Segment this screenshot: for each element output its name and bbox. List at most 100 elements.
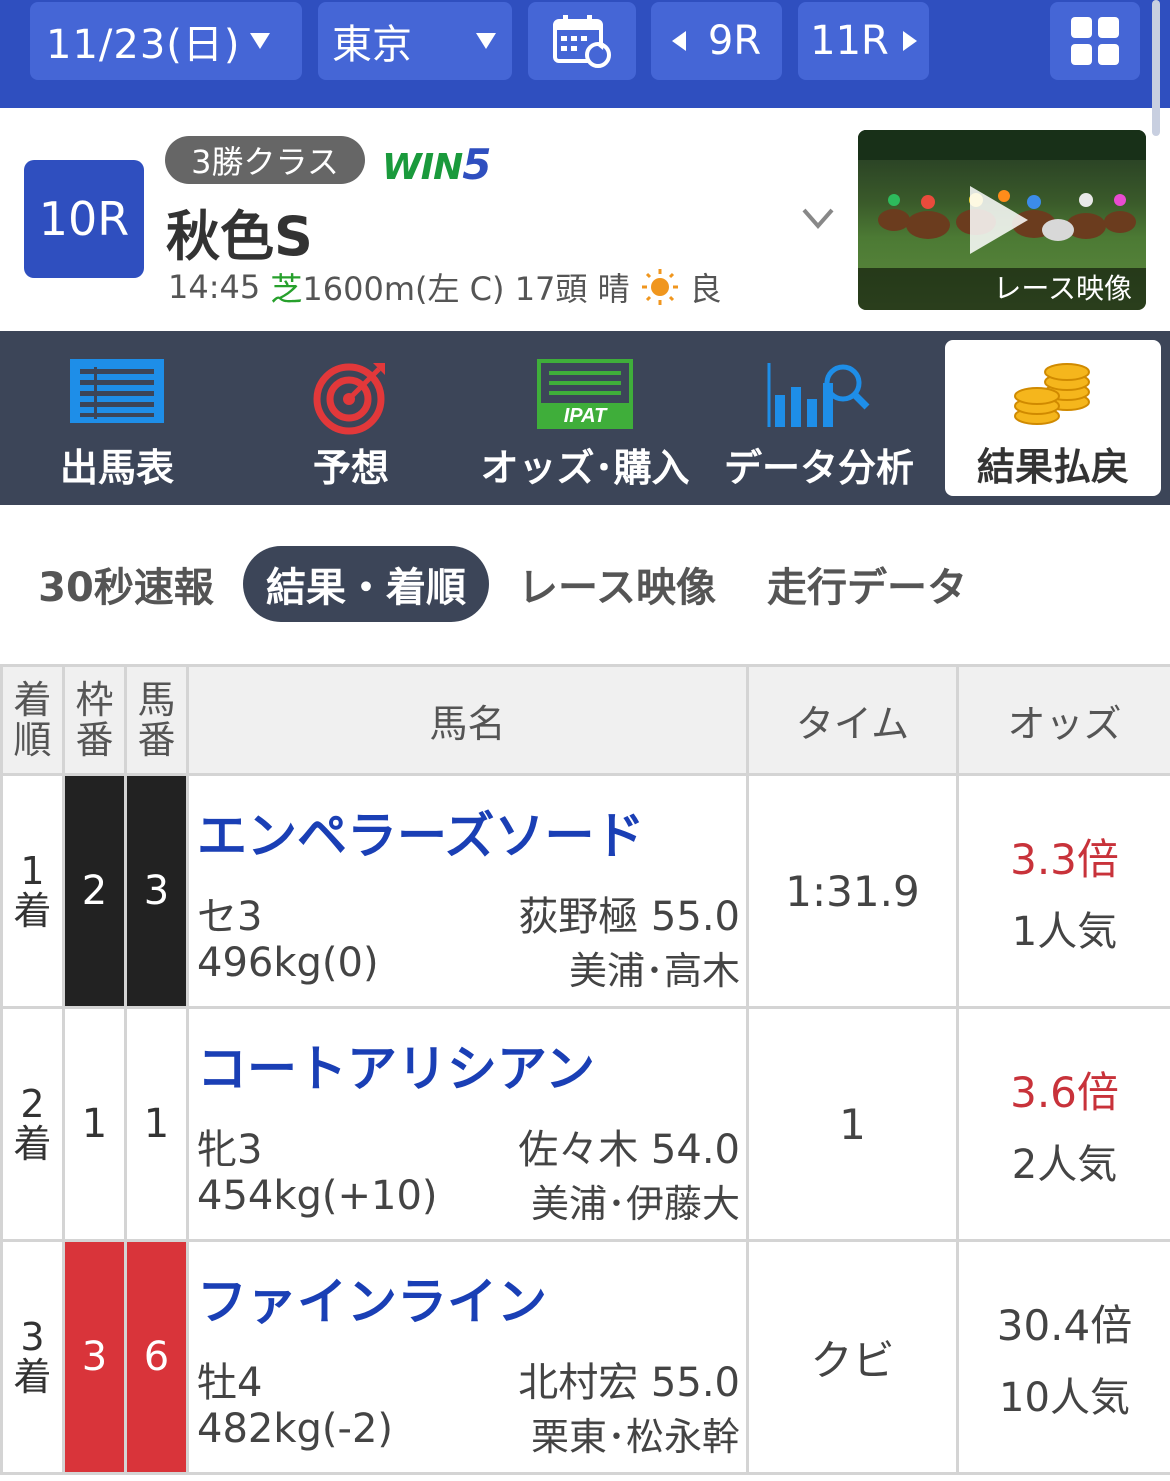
race-nav: 出馬表 予想 IPAT オッズ･購入 データ分析 結果払戻 <box>0 331 1170 505</box>
jockey-weight: 佐々木 54.0 <box>518 1127 740 1173</box>
table-row[interactable]: 2着 1 1 コートアリシアン 牝3 佐々木 54.0 454kg(+10) 美… <box>0 1006 1170 1242</box>
grid-icon <box>1071 17 1119 65</box>
race-weather: 晴 <box>597 270 630 308</box>
popularity: 2人気 <box>1011 1141 1118 1188</box>
tab-results-order[interactable]: 結果・着順 <box>243 546 489 622</box>
sex-age: セ3 <box>197 894 263 940</box>
odds-cell: 3.3倍 1人気 <box>956 773 1170 1009</box>
table-row[interactable]: 3着 3 6 ファインライン 牡4 北村宏 55.0 482kg(-2) 栗東･… <box>0 1239 1170 1475</box>
sub-tabs: 30秒速報 結果・着順 レース映像 走行データ <box>0 546 1170 626</box>
odds-cell: 30.4倍 10人気 <box>956 1239 1170 1475</box>
results-table: 着順 枠番 馬番 馬名 タイム オッズ 1着 2 3 エンペラーズソード セ3 … <box>0 664 1170 1475</box>
nav-results-payout-label: 結果払戻 <box>976 445 1129 489</box>
header-odds: オッズ <box>956 664 1170 776</box>
tab-race-video[interactable]: レース映像 <box>506 546 728 622</box>
horse-weight: 482kg(-2) <box>197 1406 393 1452</box>
odds-value: 3.6倍 <box>1010 1067 1119 1117</box>
sunny-icon <box>641 269 678 305</box>
nav-data-analysis[interactable]: データ分析 <box>704 331 934 505</box>
win5-logo: WIN5 <box>382 140 491 189</box>
popularity: 1人気 <box>1011 908 1118 955</box>
jockey-weight: 荻野極 55.0 <box>518 894 740 940</box>
results-table-container: 着順 枠番 馬番 馬名 タイム オッズ 1着 2 3 エンペラーズソード セ3 … <box>0 664 1170 1481</box>
date-label: 11/23(日) <box>46 22 241 68</box>
entry-table-icon <box>70 359 164 423</box>
race-going: 良 <box>689 270 722 308</box>
target-icon <box>313 363 385 435</box>
win5-text: WIN <box>382 147 463 188</box>
prev-race-label: 9R <box>707 18 762 64</box>
trainer: 美浦･伊藤大 <box>530 1182 740 1226</box>
time-cell: クビ <box>746 1239 959 1475</box>
nav-odds-purchase-label: オッズ･購入 <box>480 446 690 490</box>
trainer: 栗東･松永幹 <box>530 1415 740 1459</box>
race-distance: 1600m(左 C) <box>302 270 505 308</box>
race-meta: 14:45 芝 1600m(左 C) 17頭 晴 良 <box>168 264 722 310</box>
race-number-badge: 10R <box>24 160 144 278</box>
nav-results-payout[interactable]: 結果払戻 <box>945 340 1161 496</box>
header-horse-name: 馬名 <box>186 664 749 776</box>
svg-text:IPAT: IPAT <box>564 405 608 427</box>
waku-cell: 3 <box>62 1239 127 1475</box>
race-runners: 17頭 <box>514 270 588 308</box>
nav-data-analysis-label: データ分析 <box>723 446 914 490</box>
rank-cell: 3着 <box>0 1239 65 1475</box>
sex-age: 牡4 <box>197 1360 263 1406</box>
race-class-badge: 3勝クラス <box>165 136 365 184</box>
coins-icon <box>1014 363 1090 425</box>
trainer: 美浦･高木 <box>568 949 740 993</box>
date-selector[interactable]: 11/23(日) <box>30 2 302 80</box>
prev-race-button[interactable]: 9R <box>651 2 782 80</box>
nav-entries[interactable]: 出馬表 <box>2 331 232 505</box>
analysis-chart-icon <box>767 363 870 427</box>
calendar-button[interactable] <box>528 2 636 80</box>
header-umaban: 馬番 <box>124 664 189 776</box>
calendar-refresh-icon <box>553 15 611 68</box>
header-rank: 着順 <box>0 664 65 776</box>
play-icon <box>970 186 1028 254</box>
horse-cell: コートアリシアン 牝3 佐々木 54.0 454kg(+10) 美浦･伊藤大 <box>186 1006 749 1242</box>
horse-name-link[interactable]: コートアリシアン <box>197 1029 595 1101</box>
header-time: タイム <box>746 664 959 776</box>
nav-odds-purchase[interactable]: IPAT オッズ･購入 <box>470 331 700 505</box>
table-header-row: 着順 枠番 馬番 馬名 タイム オッズ <box>0 664 1170 776</box>
nav-entries-label: 出馬表 <box>59 446 174 490</box>
next-race-button[interactable]: 11R <box>798 2 929 80</box>
race-surface: 芝 <box>270 270 303 308</box>
nav-prediction[interactable]: 予想 <box>236 331 466 505</box>
location-selector[interactable]: 東京 <box>318 2 512 80</box>
rank-cell: 1着 <box>0 773 65 1009</box>
chevron-down-icon <box>250 33 271 49</box>
horse-name-link[interactable]: ファインライン <box>197 1262 547 1334</box>
win5-number: 5 <box>462 140 491 189</box>
popularity: 10人気 <box>999 1374 1130 1421</box>
horse-name-link[interactable]: エンペラーズソード <box>197 796 645 868</box>
table-row[interactable]: 1着 2 3 エンペラーズソード セ3 荻野極 55.0 496kg(0) 美浦… <box>0 773 1170 1009</box>
sex-age: 牝3 <box>197 1127 263 1173</box>
chevron-left-icon <box>671 31 686 51</box>
odds-cell: 3.6倍 2人気 <box>956 1006 1170 1242</box>
chevron-down-icon <box>476 33 496 49</box>
tab-running-data[interactable]: 走行データ <box>756 546 978 622</box>
jockey-weight: 北村宏 55.0 <box>518 1360 740 1406</box>
menu-grid-button[interactable] <box>1050 2 1140 80</box>
race-video-thumbnail[interactable]: レース映像 <box>858 130 1146 310</box>
scrollbar[interactable] <box>1152 0 1160 136</box>
video-caption: レース映像 <box>858 268 1146 310</box>
horse-cell: ファインライン 牡4 北村宏 55.0 482kg(-2) 栗東･松永幹 <box>186 1239 749 1475</box>
rank-cell: 2着 <box>0 1006 65 1242</box>
top-bar: 11/23(日) 東京 9R 11R <box>0 0 1170 108</box>
time-cell: 1:31.9 <box>746 773 959 1009</box>
horse-weight: 496kg(0) <box>197 940 379 986</box>
expand-chevron-icon[interactable] <box>800 200 836 236</box>
location-label: 東京 <box>332 22 412 68</box>
chevron-right-icon <box>902 31 917 51</box>
nav-prediction-label: 予想 <box>312 446 389 490</box>
umaban-cell: 1 <box>124 1006 189 1242</box>
tab-30sec-report[interactable]: 30秒速報 <box>26 546 226 622</box>
waku-cell: 1 <box>62 1006 127 1242</box>
waku-cell: 2 <box>62 773 127 1009</box>
next-race-label: 11R <box>810 18 889 64</box>
ipat-icon: IPAT <box>537 359 633 429</box>
header-waku: 枠番 <box>62 664 127 776</box>
